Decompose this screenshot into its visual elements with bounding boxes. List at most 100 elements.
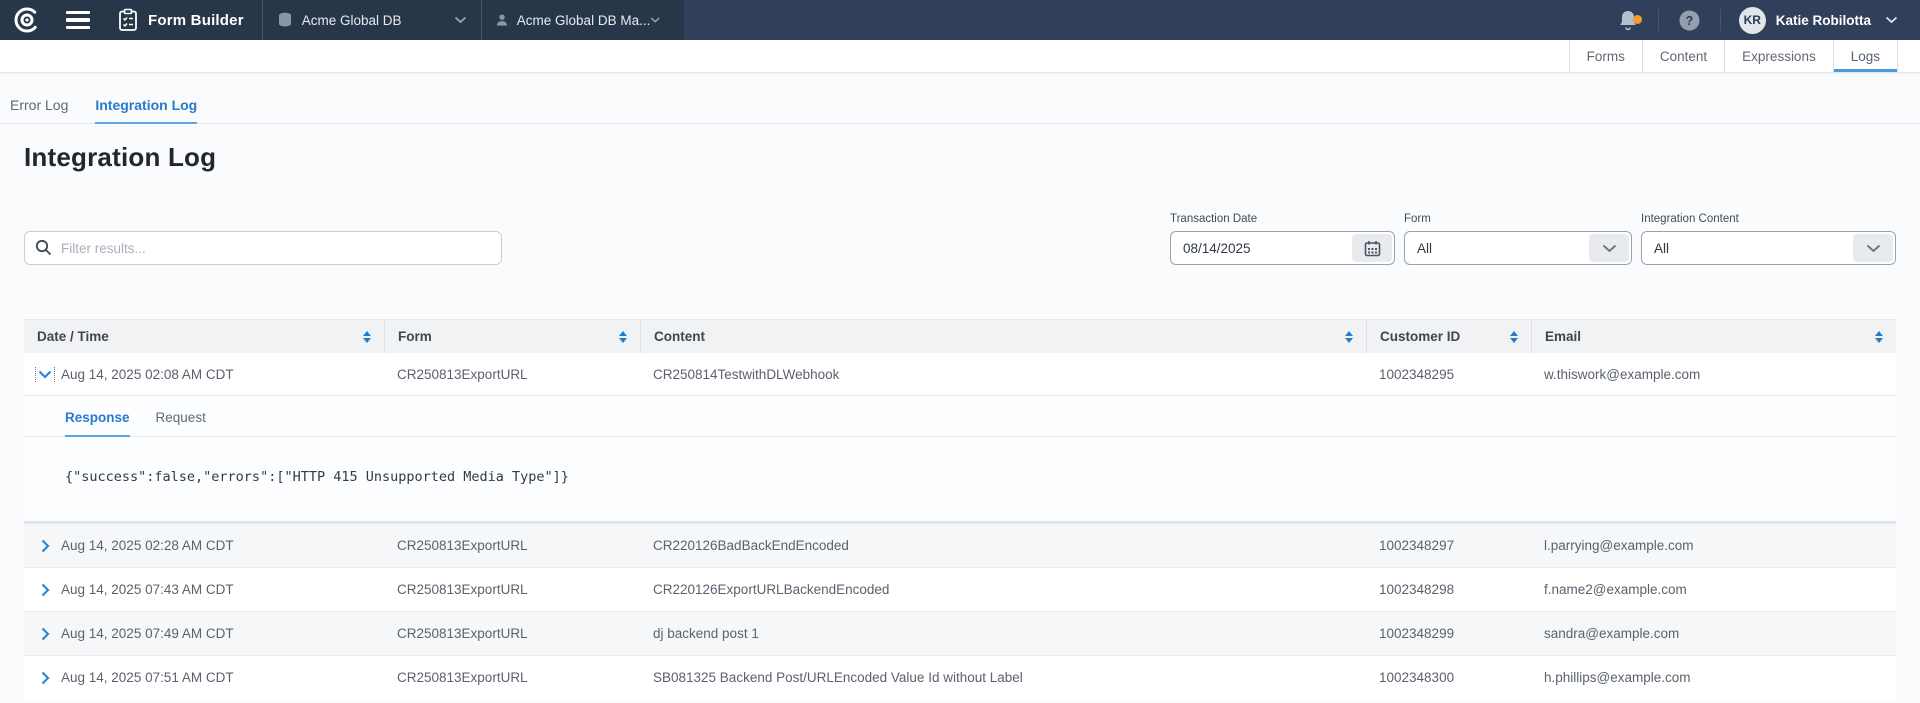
- chevron-right-icon: [41, 627, 50, 641]
- tab-response-label: Response: [65, 410, 130, 425]
- transaction-date-label: Transaction Date: [1170, 213, 1395, 225]
- column-header-label: Date / Time: [37, 329, 109, 344]
- map-dropdown-label: Acme Global DB Ma...: [517, 13, 651, 28]
- cell-form: CR250813ExportURL: [384, 582, 640, 597]
- sort-icon[interactable]: [1345, 331, 1353, 343]
- tab-request[interactable]: Request: [156, 410, 206, 436]
- cell-content: CR250814TestwithDLWebhook: [640, 367, 1366, 382]
- expand-row-button[interactable]: [37, 670, 53, 686]
- sort-icon[interactable]: [1510, 331, 1518, 343]
- cell-date-time: Aug 14, 2025 07:49 AM CDT: [24, 626, 384, 642]
- top-bar-right: ? KR Katie Robilotta: [684, 0, 1920, 40]
- chevron-down-icon: [1866, 244, 1881, 253]
- top-bar-left: Form Builder Acme Global DB Acme Global …: [0, 0, 684, 40]
- tab-logs[interactable]: Logs: [1833, 40, 1898, 72]
- form-filter-label: Form: [1404, 213, 1632, 225]
- app-logo-icon[interactable]: [12, 5, 42, 35]
- expand-row-button[interactable]: [37, 582, 53, 598]
- tab-expressions-label: Expressions: [1742, 49, 1816, 64]
- hamburger-menu-icon[interactable]: [66, 11, 90, 29]
- cell-date-time: Aug 14, 2025 07:51 AM CDT: [24, 670, 384, 686]
- chevron-right-icon: [41, 583, 50, 597]
- cell-form: CR250813ExportURL: [384, 538, 640, 553]
- column-header-content[interactable]: Content: [640, 320, 1366, 353]
- table-row[interactable]: Aug 14, 2025 07:51 AM CDT CR250813Export…: [24, 655, 1896, 699]
- database-dropdown[interactable]: Acme Global DB: [263, 0, 481, 40]
- column-header-label: Content: [654, 329, 705, 344]
- notifications-button[interactable]: [1598, 9, 1658, 31]
- transaction-date-input[interactable]: 08/14/2025: [1170, 231, 1395, 265]
- date-time-value: Aug 14, 2025 07:51 AM CDT: [61, 670, 234, 685]
- cell-content: dj backend post 1: [640, 626, 1366, 641]
- date-time-value: Aug 14, 2025 07:49 AM CDT: [61, 626, 234, 641]
- table-row[interactable]: Aug 14, 2025 07:49 AM CDT CR250813Export…: [24, 611, 1896, 655]
- tab-error-log-label: Error Log: [10, 97, 68, 113]
- chevron-down-icon: [454, 16, 467, 24]
- form-filter-select[interactable]: All: [1404, 231, 1632, 265]
- sort-icon[interactable]: [619, 331, 627, 343]
- map-dropdown[interactable]: Acme Global DB Ma...: [482, 0, 675, 40]
- cell-form: CR250813ExportURL: [384, 367, 640, 382]
- avatar-initials: KR: [1744, 13, 1761, 27]
- chevron-down-icon: [38, 370, 52, 379]
- column-header-form[interactable]: Form: [384, 320, 640, 353]
- cell-customer-id: 1002348299: [1366, 626, 1531, 641]
- tab-forms-label: Forms: [1587, 49, 1625, 64]
- tab-response[interactable]: Response: [65, 410, 130, 436]
- cell-email: w.thiswork@example.com: [1531, 367, 1896, 382]
- cell-customer-id: 1002348295: [1366, 367, 1531, 382]
- collapse-row-button[interactable]: [37, 366, 53, 382]
- column-header-customer-id[interactable]: Customer ID: [1366, 320, 1531, 353]
- chevron-down-icon: [1885, 16, 1898, 24]
- expand-row-button[interactable]: [37, 626, 53, 642]
- tab-logs-label: Logs: [1851, 49, 1880, 64]
- log-tab-bar: Error Log Integration Log: [0, 97, 1920, 124]
- chevron-right-icon: [41, 671, 50, 685]
- help-button[interactable]: ?: [1659, 10, 1720, 31]
- table-row[interactable]: Aug 14, 2025 07:43 AM CDT CR250813Export…: [24, 567, 1896, 611]
- cell-content: CR220126ExportURLBackendEncoded: [640, 582, 1366, 597]
- user-name: Katie Robilotta: [1776, 13, 1871, 28]
- svg-text:?: ?: [1685, 14, 1693, 28]
- cell-email: l.parrying@example.com: [1531, 538, 1896, 553]
- tab-error-log[interactable]: Error Log: [10, 97, 68, 123]
- cell-content: CR220126BadBackEndEncoded: [640, 538, 1366, 553]
- person-icon: [496, 12, 508, 28]
- filter-results-input[interactable]: [24, 231, 502, 265]
- calendar-button[interactable]: [1352, 234, 1392, 262]
- sort-icon[interactable]: [363, 331, 371, 343]
- form-filter-chevron-button[interactable]: [1589, 234, 1629, 262]
- cell-date-time: Aug 14, 2025 07:43 AM CDT: [24, 582, 384, 598]
- table-row[interactable]: Aug 14, 2025 02:08 AM CDT CR250813Export…: [24, 353, 1896, 395]
- expand-row-button[interactable]: [37, 538, 53, 554]
- page-title: Integration Log: [24, 142, 1920, 173]
- filters-right: Transaction Date 08/14/2025: [1170, 213, 1896, 265]
- integration-content-select[interactable]: All: [1641, 231, 1896, 265]
- form-filter-value: All: [1405, 241, 1432, 256]
- user-menu[interactable]: KR Katie Robilotta: [1739, 7, 1898, 34]
- calendar-icon: [1364, 240, 1381, 257]
- cell-email: f.name2@example.com: [1531, 582, 1896, 597]
- sort-icon[interactable]: [1875, 331, 1883, 343]
- tab-forms[interactable]: Forms: [1569, 40, 1642, 72]
- cell-form: CR250813ExportURL: [384, 626, 640, 641]
- transaction-date-value: 08/14/2025: [1171, 241, 1251, 256]
- table-row[interactable]: Aug 14, 2025 02:28 AM CDT CR250813Export…: [24, 523, 1896, 567]
- form-filter-group: Form All: [1404, 213, 1632, 265]
- tab-integration-log[interactable]: Integration Log: [95, 97, 197, 123]
- integration-content-chevron-button[interactable]: [1853, 234, 1893, 262]
- avatar: KR: [1739, 7, 1766, 34]
- column-header-date-time[interactable]: Date / Time: [24, 320, 384, 353]
- tab-expressions[interactable]: Expressions: [1724, 40, 1833, 72]
- database-icon: [277, 12, 293, 29]
- column-header-label: Form: [398, 329, 432, 344]
- integration-content-group: Integration Content All: [1641, 213, 1896, 265]
- column-header-email[interactable]: Email: [1531, 320, 1896, 353]
- search-icon: [35, 239, 52, 256]
- transaction-date-group: Transaction Date 08/14/2025: [1170, 213, 1395, 265]
- chevron-down-icon: [1602, 244, 1617, 253]
- tab-content[interactable]: Content: [1642, 40, 1724, 72]
- app-title: Form Builder: [148, 12, 244, 29]
- clipboard-icon: [118, 8, 138, 32]
- cell-customer-id: 1002348298: [1366, 582, 1531, 597]
